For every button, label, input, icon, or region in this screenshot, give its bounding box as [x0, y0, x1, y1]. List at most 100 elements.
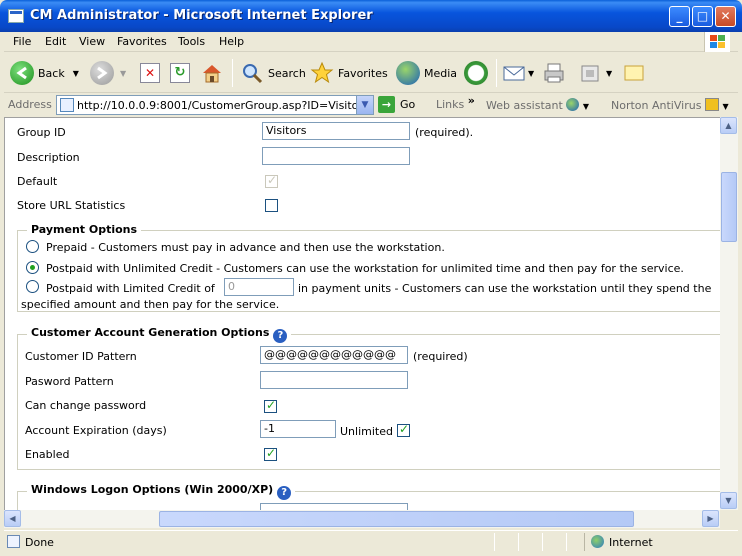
refresh-button[interactable]: ↻ [170, 59, 190, 87]
status-text: Done [25, 536, 54, 549]
default-checkbox [265, 173, 278, 188]
norton-icon [704, 98, 719, 111]
menu-help[interactable]: Help [219, 35, 244, 48]
maximize-button[interactable]: □ [692, 6, 713, 27]
mail-button[interactable]: ▼ [502, 59, 534, 87]
can-change-password-checkbox[interactable] [264, 398, 277, 413]
stop-button[interactable]: ✕ [140, 59, 160, 87]
toolbar: Back ▼ ▼ ✕ ↻ Search Favorites Media ▼ ▼ [4, 53, 738, 93]
close-button[interactable]: ✕ [715, 6, 736, 27]
stop-icon: ✕ [140, 63, 160, 83]
media-globe-icon [396, 61, 420, 85]
postpaid-unlimited-label: Postpaid with Unlimited Credit - Custome… [46, 262, 684, 275]
minimize-button[interactable]: _ [669, 6, 690, 27]
internet-zone-icon [591, 535, 604, 548]
print-icon [544, 63, 564, 83]
can-change-password-label: Can change password [25, 399, 147, 412]
limited-credit-input[interactable]: 0 [224, 278, 294, 296]
favorites-button[interactable]: Favorites [310, 59, 388, 87]
menu-edit[interactable]: Edit [45, 35, 66, 48]
scroll-left-icon[interactable]: ◀ [4, 510, 21, 527]
back-dropdown-icon[interactable]: ▼ [73, 69, 79, 78]
password-pattern-input[interactable] [260, 371, 408, 389]
status-bar: Done Internet [4, 530, 738, 552]
customer-id-pattern-input[interactable]: @@@@@@@@@@@@ [260, 346, 408, 364]
menu-tools[interactable]: Tools [178, 35, 205, 48]
favorites-star-icon [310, 61, 334, 84]
menu-bar: File Edit View Favorites Tools Help [4, 32, 738, 52]
forward-button[interactable]: ▼ [90, 59, 126, 87]
customer-id-required: (required) [413, 350, 468, 363]
page-content: Group ID Visitors (required). Descriptio… [4, 117, 720, 510]
address-input[interactable]: http://10.0.0.9:8001/CustomerGroup.asp?I… [56, 95, 374, 115]
unlimited-label: Unlimited [340, 425, 393, 438]
store-url-label: Store URL Statistics [17, 199, 126, 212]
forward-arrow-icon [90, 61, 114, 85]
web-assistant-globe-icon [566, 98, 580, 111]
discuss-icon [624, 65, 644, 81]
menu-view[interactable]: View [79, 35, 105, 48]
vertical-scrollbar[interactable]: ▲ ▼ [720, 117, 738, 510]
mail-icon [503, 66, 525, 81]
group-id-input[interactable]: Visitors [262, 122, 410, 140]
home-button[interactable] [200, 59, 224, 87]
menu-favorites[interactable]: Favorites [117, 35, 167, 48]
limited-credit-desc: in payment units - Customers can use the… [298, 282, 712, 295]
menu-file[interactable]: File [13, 35, 31, 48]
group-id-label: Group ID [17, 126, 66, 139]
horizontal-scroll-thumb[interactable] [159, 511, 634, 527]
address-url[interactable]: http://10.0.0.9:8001/CustomerGroup.asp?I… [77, 99, 369, 112]
account-expiration-input[interactable]: -1 [260, 420, 336, 438]
windows-logon-input[interactable] [260, 503, 408, 510]
history-button[interactable] [464, 59, 488, 87]
media-button[interactable]: Media [396, 59, 457, 87]
windows-logo-icon [704, 32, 730, 52]
scroll-down-icon[interactable]: ▼ [720, 492, 737, 509]
vertical-scroll-thumb[interactable] [721, 172, 737, 242]
horizontal-scrollbar[interactable]: ◀ ▶ [4, 510, 720, 528]
description-input[interactable] [262, 147, 410, 165]
edit-dropdown-icon[interactable]: ▼ [606, 69, 612, 78]
links-button[interactable]: Links » [436, 94, 475, 111]
postpaid-limited-radio[interactable] [26, 280, 39, 293]
ie-window-icon [8, 9, 24, 23]
search-icon [243, 64, 263, 84]
go-arrow-icon: → [378, 96, 395, 113]
edit-icon [581, 65, 599, 82]
account-options-legend: Customer Account Generation Options? [27, 326, 292, 343]
unlimited-checkbox[interactable] [397, 422, 410, 437]
prepaid-radio[interactable] [26, 240, 39, 253]
home-icon [203, 65, 221, 83]
enabled-checkbox[interactable] [264, 446, 277, 461]
default-label: Default [17, 175, 58, 188]
discuss-button[interactable] [622, 59, 646, 87]
postpaid-limited-label: Postpaid with Limited Credit of [46, 282, 215, 295]
refresh-icon: ↻ [170, 63, 190, 83]
zone-label: Internet [609, 536, 653, 549]
title-bar: CM Administrator - Microsoft Internet Ex… [0, 0, 742, 32]
web-assistant-button[interactable]: Web assistant ▼ [486, 98, 589, 112]
history-clock-icon [464, 61, 488, 85]
account-help-icon[interactable]: ? [273, 329, 288, 343]
address-label: Address [8, 98, 52, 111]
go-button[interactable]: → Go [378, 96, 415, 113]
page-status-icon [7, 535, 20, 548]
postpaid-unlimited-radio[interactable] [26, 261, 39, 274]
scroll-up-icon[interactable]: ▲ [720, 117, 737, 134]
window-title: CM Administrator - Microsoft Internet Ex… [30, 8, 373, 23]
forward-dropdown-icon[interactable]: ▼ [120, 69, 126, 78]
windows-logon-legend: Windows Logon Options (Win 2000/XP)? [27, 483, 296, 500]
enabled-label: Enabled [25, 448, 70, 461]
store-url-checkbox[interactable] [265, 199, 278, 212]
windows-logon-help-icon[interactable]: ? [277, 486, 292, 500]
prepaid-label: Prepaid - Customers must pay in advance … [46, 241, 445, 254]
print-button[interactable] [542, 59, 566, 87]
mail-dropdown-icon[interactable]: ▼ [528, 69, 534, 78]
scroll-right-icon[interactable]: ▶ [702, 510, 719, 527]
group-id-required: (required). [415, 126, 474, 139]
edit-button[interactable]: ▼ [578, 59, 612, 87]
back-button[interactable]: Back ▼ [10, 59, 79, 87]
norton-antivirus-button[interactable]: Norton AntiVirus ▼ [611, 98, 729, 112]
address-dropdown-icon[interactable]: ▼ [356, 96, 373, 114]
search-button[interactable]: Search [240, 59, 306, 87]
